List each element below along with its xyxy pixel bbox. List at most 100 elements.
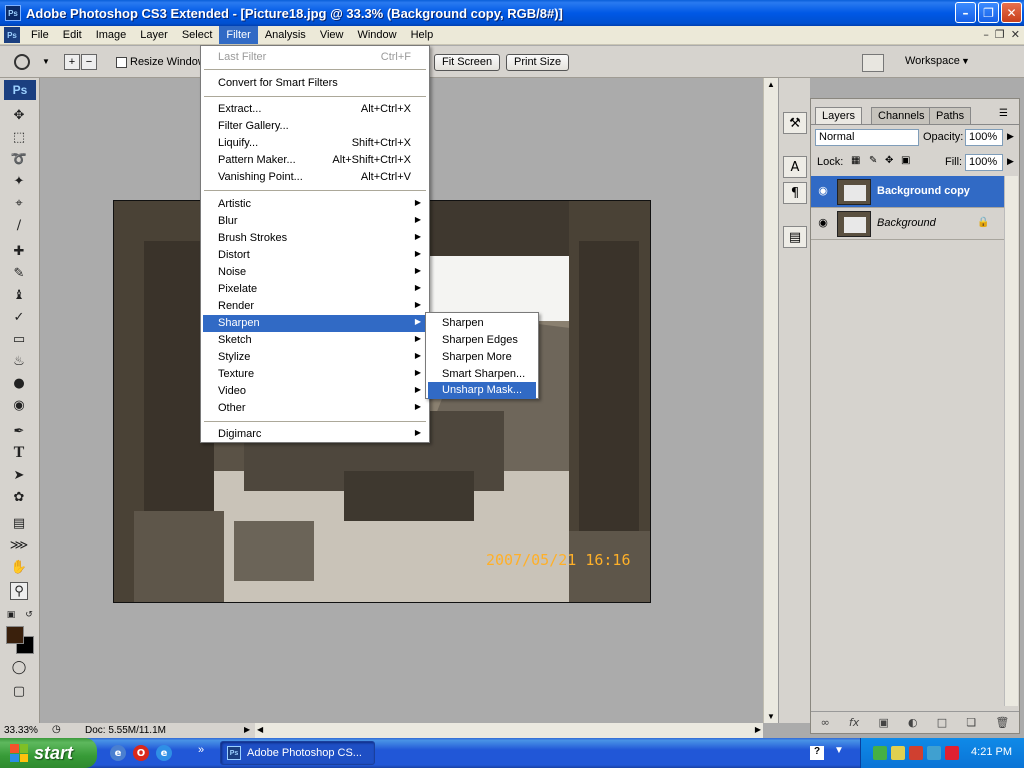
document-icon[interactable]: Ps [4, 27, 20, 43]
menu-item-noise[interactable]: Noise ▶ [203, 264, 427, 281]
menu-item-sharpen[interactable]: Sharpen ▶ [203, 315, 427, 332]
menu-item-brush-strokes[interactable]: Brush Strokes ▶ [203, 230, 427, 247]
foreground-color-swatch[interactable] [6, 626, 24, 644]
menu-view[interactable]: View [313, 26, 351, 44]
lock-image-icon[interactable]: ✎ [869, 155, 877, 166]
paragraph-panel-icon[interactable]: ¶ [783, 182, 807, 204]
panel-menu-icon[interactable]: ☰ [999, 108, 1008, 119]
tab-paths[interactable]: Paths [929, 107, 972, 124]
menu-item-vanishing-point[interactable]: Vanishing Point... Alt+Ctrl+V [203, 169, 427, 186]
opacity-input[interactable]: 100% [965, 129, 1003, 146]
scroll-left-icon[interactable]: ◀ [257, 725, 263, 734]
fill-input[interactable]: 100% [965, 154, 1003, 171]
visibility-eye-icon[interactable]: ◉ [815, 216, 831, 232]
crop-tool-icon[interactable]: ⌖ [10, 194, 28, 212]
marquee-tool-icon[interactable]: ⬚ [10, 128, 28, 146]
fill-slider-arrow-icon[interactable]: ▶ [1007, 156, 1014, 167]
new-group-icon[interactable]: □ [937, 716, 947, 729]
menu-item-stylize[interactable]: Stylize ▶ [203, 349, 427, 366]
menu-item-liquify[interactable]: Liquify... Shift+Ctrl+X [203, 135, 427, 152]
quick-mask-icon[interactable]: ◯ [10, 658, 28, 676]
print-size-button[interactable]: Print Size [506, 54, 570, 71]
submenu-item-sharpen-edges[interactable]: Sharpen Edges [428, 332, 536, 349]
tool-presets-icon[interactable]: ⚒ [783, 112, 807, 134]
hand-tool-icon[interactable]: ✋ [10, 558, 28, 576]
opacity-slider-arrow-icon[interactable]: ▶ [1007, 131, 1014, 142]
help-tray-icon[interactable]: ? [810, 746, 824, 760]
menu-file[interactable]: File [24, 26, 56, 44]
brush-tool-icon[interactable]: ✎ [10, 264, 28, 282]
blur-tool-icon[interactable]: ● [10, 374, 28, 392]
menu-item-sketch[interactable]: Sketch ▶ [203, 332, 427, 349]
link-layers-icon[interactable]: ∞ [821, 716, 830, 729]
notes-tool-icon[interactable]: ▤ [10, 514, 28, 532]
submenu-item-sharpen[interactable]: Sharpen [428, 315, 536, 332]
visibility-eye-icon[interactable]: ◉ [815, 184, 831, 200]
submenu-item-sharpen-more[interactable]: Sharpen More [428, 349, 536, 366]
healing-brush-tool-icon[interactable]: ✚ [10, 242, 28, 260]
dodge-tool-icon[interactable]: ◉ [10, 396, 28, 414]
submenu-item-smart-sharpen[interactable]: Smart Sharpen... [428, 366, 536, 383]
layer-row-background[interactable]: ◉ Background 🔒 [811, 208, 1004, 240]
delete-layer-icon[interactable]: 🗑 [995, 716, 1009, 729]
security-tray-icon[interactable] [891, 746, 905, 760]
menu-item-pixelate[interactable]: Pixelate ▶ [203, 281, 427, 298]
lasso-tool-icon[interactable]: ➰ [10, 150, 28, 168]
layer-row-background-copy[interactable]: ◉ Background copy [811, 176, 1004, 208]
doc-minimize-icon[interactable]: – [983, 28, 989, 41]
tab-layers[interactable]: Layers [815, 107, 863, 124]
path-selection-tool-icon[interactable]: ➤ [10, 466, 28, 484]
eraser-tool-icon[interactable]: ▭ [10, 330, 28, 348]
workspace-dropdown-icon[interactable]: ▼ [961, 56, 970, 66]
menu-item-other[interactable]: Other ▶ [203, 400, 427, 417]
layer-name[interactable]: Background [877, 217, 936, 229]
menu-image[interactable]: Image [89, 26, 134, 44]
photoshop-app-icon[interactable]: Ps [5, 5, 21, 21]
horizontal-scrollbar[interactable]: ◀ ▶ [255, 723, 763, 738]
network-tray-icon[interactable] [873, 746, 887, 760]
tab-channels[interactable]: Channels [871, 107, 932, 124]
clone-stamp-tool-icon[interactable]: ♝ [10, 286, 28, 304]
quicklaunch-ie-icon[interactable]: e [156, 745, 172, 761]
lock-transparent-icon[interactable]: ▦ [851, 155, 860, 166]
menu-layer[interactable]: Layer [133, 26, 175, 44]
status-arrow-icon[interactable]: ▶ [244, 725, 250, 734]
start-button[interactable]: start [0, 738, 97, 768]
magic-wand-tool-icon[interactable]: ✦ [10, 172, 28, 190]
menu-item-pattern-maker[interactable]: Pattern Maker... Alt+Shift+Ctrl+X [203, 152, 427, 169]
character-panel-icon[interactable]: A [783, 156, 807, 178]
app-tray-icon[interactable] [945, 746, 959, 760]
zoom-tool-icon[interactable]: ⚲ [10, 582, 28, 600]
menu-item-digimarc[interactable]: Digimarc ▶ [203, 426, 427, 443]
zoom-level[interactable]: 33.33% [4, 725, 38, 736]
menu-item-artistic[interactable]: Artistic ▶ [203, 196, 427, 213]
eyedropper-tool-icon[interactable]: ⋙ [10, 536, 29, 554]
paint-bucket-tool-icon[interactable]: ♨ [10, 352, 28, 370]
minimize-button[interactable]: – [955, 2, 976, 23]
menu-item-texture[interactable]: Texture ▶ [203, 366, 427, 383]
quicklaunch-opera-icon[interactable]: O [133, 745, 149, 761]
quicklaunch-expand-icon[interactable]: » [198, 744, 204, 756]
zoom-in-icon[interactable]: + [64, 54, 80, 70]
menu-analysis[interactable]: Analysis [258, 26, 313, 44]
menu-item-convert-smart-filters[interactable]: Convert for Smart Filters [203, 75, 427, 92]
tray-expand-icon[interactable]: ▼ [834, 745, 844, 756]
menu-select[interactable]: Select [175, 26, 220, 44]
preset-dropdown-icon[interactable]: ▼ [42, 57, 50, 66]
layer-comps-icon[interactable]: ▤ [783, 226, 807, 248]
move-tool-icon[interactable]: ✥ [10, 106, 28, 124]
layer-name[interactable]: Background copy [877, 185, 970, 197]
slice-tool-icon[interactable]: ∕ [10, 216, 28, 234]
vertical-scrollbar[interactable]: ▲ ▼ [763, 78, 778, 723]
default-colors-icon[interactable]: ▣ [2, 606, 20, 624]
submenu-item-unsharp-mask[interactable]: Unsharp Mask... [428, 382, 536, 399]
quicklaunch-explorer-icon[interactable]: e [110, 745, 126, 761]
volume-tray-icon[interactable] [909, 746, 923, 760]
bridge-icon[interactable] [862, 54, 884, 72]
clock[interactable]: 4:21 PM [971, 746, 1012, 758]
resize-windows-checkbox[interactable] [116, 57, 127, 68]
scroll-right-icon[interactable]: ▶ [755, 725, 761, 734]
layers-scrollbar[interactable] [1004, 176, 1018, 706]
restore-button[interactable]: ❐ [978, 2, 999, 23]
device-tray-icon[interactable] [927, 746, 941, 760]
